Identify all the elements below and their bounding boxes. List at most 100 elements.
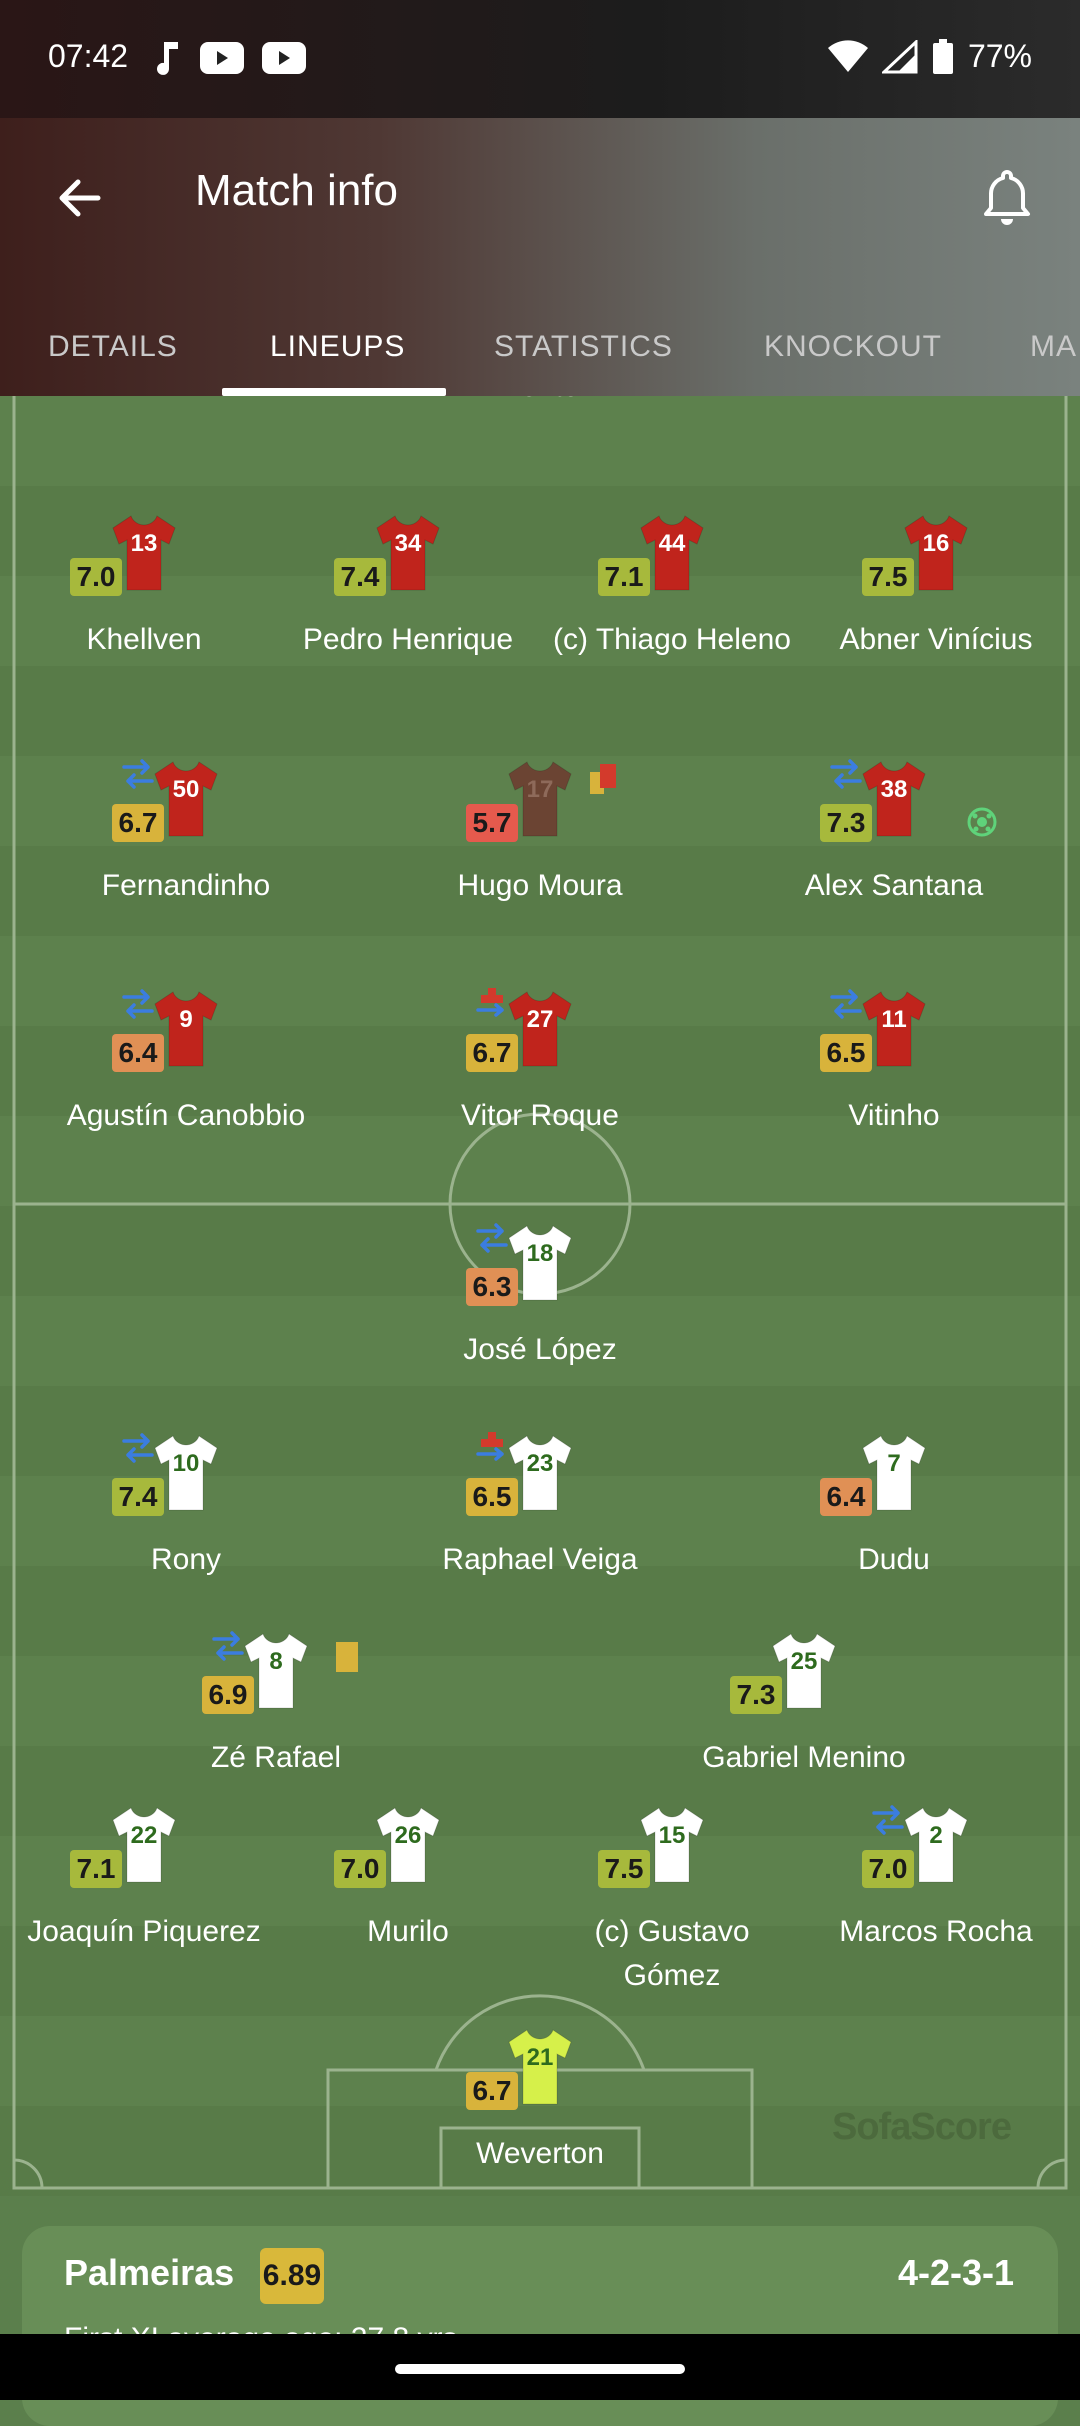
tab-bar: DETAILS LINEUPS STATISTICS KNOCKOUT MA [0, 298, 1080, 396]
player-name: Zé Rafael [210, 1741, 342, 1774]
tab-statistics[interactable]: STATISTICS [494, 298, 673, 396]
substitution-icon [122, 989, 154, 1019]
youtube-icon [200, 42, 244, 74]
player-name: Weverton [476, 2137, 604, 2170]
wifi-icon [827, 39, 868, 72]
substitution-icon [122, 759, 154, 789]
player-rating: 6.4 [112, 1034, 164, 1072]
player-name: Rony [150, 1543, 222, 1576]
shirt-number: 15 [658, 1822, 686, 1849]
partial-player-name: Bento [0, 396, 1080, 404]
tab-matches[interactable]: MA [1030, 298, 1077, 396]
substitution-icon [872, 1805, 904, 1835]
team-rating: 6.89 [260, 2248, 324, 2304]
shirt-number: 11 [881, 1006, 907, 1033]
player-rating: 7.0 [70, 558, 122, 596]
music-note-icon [157, 42, 178, 75]
player-rating: 7.0 [334, 1850, 386, 1888]
player-name: Vitor Roque [461, 1099, 619, 1132]
player-name: Alex Santana [804, 869, 984, 902]
player-rating: 6.7 [112, 804, 164, 842]
signal-icon [881, 39, 918, 73]
player-rating: 6.9 [202, 1676, 254, 1714]
page-title: Match info [195, 166, 398, 215]
shirt-number: 26 [394, 1822, 422, 1849]
tab-indicator [222, 388, 446, 396]
shirt-number: 34 [394, 530, 422, 557]
player-name: Khellven [86, 623, 202, 656]
shirt-number: 13 [130, 530, 158, 557]
shirt-number: 16 [922, 530, 950, 557]
shirt-number: 21 [526, 2044, 554, 2071]
player-rating: 6.5 [820, 1034, 872, 1072]
shirt-number: 25 [790, 1648, 818, 1675]
youtube-icon [262, 42, 306, 74]
tab-knockout[interactable]: KNOCKOUT [764, 298, 942, 396]
player-rating: 6.7 [466, 1034, 518, 1072]
shirt-number: 9 [179, 1006, 193, 1033]
yellow-card-icon [336, 1642, 358, 1672]
notification-icons [152, 40, 306, 76]
player-name: Abner Vinícius [839, 623, 1033, 656]
home-gesture-pill[interactable] [395, 2364, 685, 2374]
player-rating: 7.5 [598, 1850, 650, 1888]
player-name: Murilo [367, 1915, 449, 1948]
tab-lineups[interactable]: LINEUPS [270, 298, 405, 396]
player-name: Gabriel Menino [702, 1741, 906, 1774]
player-rating: 6.4 [820, 1478, 872, 1516]
shirt-number: 2 [929, 1822, 943, 1849]
player-rating: 7.4 [112, 1478, 164, 1516]
status-time: 07:42 [48, 38, 129, 74]
app-bar: Match info DETAILS LINEUPS STATISTICS KN… [0, 118, 1080, 396]
shirt-number: 8 [269, 1648, 283, 1675]
substitution-icon [476, 1223, 508, 1253]
player-name: Agustín Canobbio [66, 1099, 306, 1132]
substitution-icon [830, 989, 862, 1019]
shirt-number: 18 [526, 1240, 554, 1267]
bell-icon[interactable] [972, 162, 1042, 232]
substitution-icon [122, 1433, 154, 1463]
injury-substitution-icon [476, 988, 504, 1017]
substitution-icon [212, 1631, 244, 1661]
player-name: Pedro Henrique [302, 623, 514, 656]
team-formation: 4-2-3-1 [897, 2252, 1014, 2293]
back-arrow-icon[interactable] [50, 168, 110, 228]
red-card-icon [590, 764, 616, 794]
shirt-number: 7 [887, 1450, 901, 1477]
team-name: Palmeiras [64, 2252, 235, 2293]
sofascore-watermark: SofaScore [832, 2106, 1012, 2148]
player-rating: 6.3 [466, 1268, 518, 1306]
player-rating: 7.0 [862, 1850, 914, 1888]
player-name: (c) Gustavo Gómez [594, 1915, 750, 1992]
player-rating: 7.1 [70, 1850, 122, 1888]
tab-details[interactable]: DETAILS [48, 298, 178, 396]
system-nav-bar [0, 2334, 1080, 2400]
player-rating: 7.4 [334, 558, 386, 596]
player-name: Marcos Rocha [839, 1915, 1033, 1948]
player-rating: 7.3 [820, 804, 872, 842]
player-name: Hugo Moura [457, 869, 623, 902]
player-name: José López [463, 1333, 617, 1366]
battery-percent: 77% [967, 38, 1032, 74]
shirt-number: 23 [526, 1450, 554, 1477]
shirt-number: 38 [880, 776, 908, 803]
shirt-number: 17 [526, 776, 554, 803]
shirt-number: 10 [172, 1450, 200, 1477]
player-name: Joaquín Piquerez [27, 1915, 261, 1948]
player-name: Fernandinho [101, 869, 271, 902]
player-rating: 5.7 [466, 804, 518, 842]
player-rating: 6.7 [466, 2072, 518, 2110]
status-bar: 07:42 77% [0, 0, 1080, 118]
player-name: Vitinho [848, 1099, 940, 1132]
injury-substitution-icon [476, 1432, 504, 1461]
shirt-number: 22 [130, 1822, 158, 1849]
substitution-icon [830, 759, 862, 789]
battery-icon [932, 38, 953, 74]
player-rating: 7.5 [862, 558, 914, 596]
player-name: (c) Thiago Heleno [553, 623, 791, 656]
lineup-pitch: Bento 137.0Khellven 347.4Pedro Henrique … [0, 396, 1080, 2196]
player-rating: 6.5 [466, 1478, 518, 1516]
shirt-number: 27 [526, 1006, 554, 1033]
shirt-number: 44 [658, 530, 686, 557]
player-rating: 7.1 [598, 558, 650, 596]
